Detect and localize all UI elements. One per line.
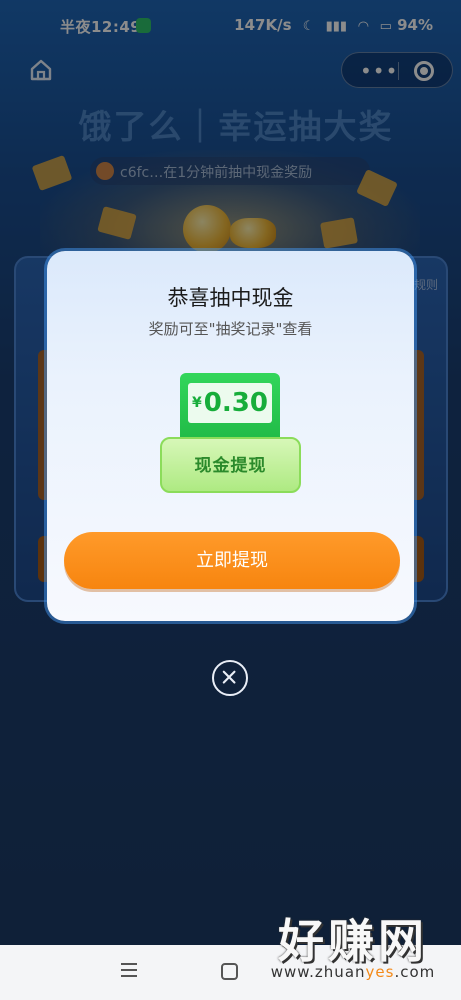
modal-subtitle: 奖励可至"抽奖记录"查看 [148,320,313,338]
withdraw-now-button[interactable]: 立即提现 [64,532,400,589]
prize-amount-panel: ¥0.30 [188,383,272,423]
prize-label: 现金提现 [194,456,267,476]
watermark-url: www.zhuanyes.com [248,963,458,981]
site-watermark: 好赚网 www.zhuanyes.com [248,905,458,990]
modal-title: 恭喜抽中现金 [167,286,294,310]
watermark-url-suffix: .com [394,963,436,981]
watermark-logo: 好赚网 [278,914,428,968]
square-home-icon[interactable] [221,963,238,980]
menu-icon[interactable] [121,963,137,977]
watermark-url-highlight: yes [365,963,395,981]
currency-symbol: ¥ [192,395,202,411]
close-x-icon[interactable] [212,660,248,696]
prize-amount: 0.30 [203,388,268,418]
prize-modal: 恭喜抽中现金 奖励可至"抽奖记录"查看 ¥0.30 现金提现 立即提现 [47,251,414,621]
cash-prize-card: ¥0.30 现金提现 [160,369,301,494]
watermark-url-prefix: www.zhuan [270,963,366,981]
